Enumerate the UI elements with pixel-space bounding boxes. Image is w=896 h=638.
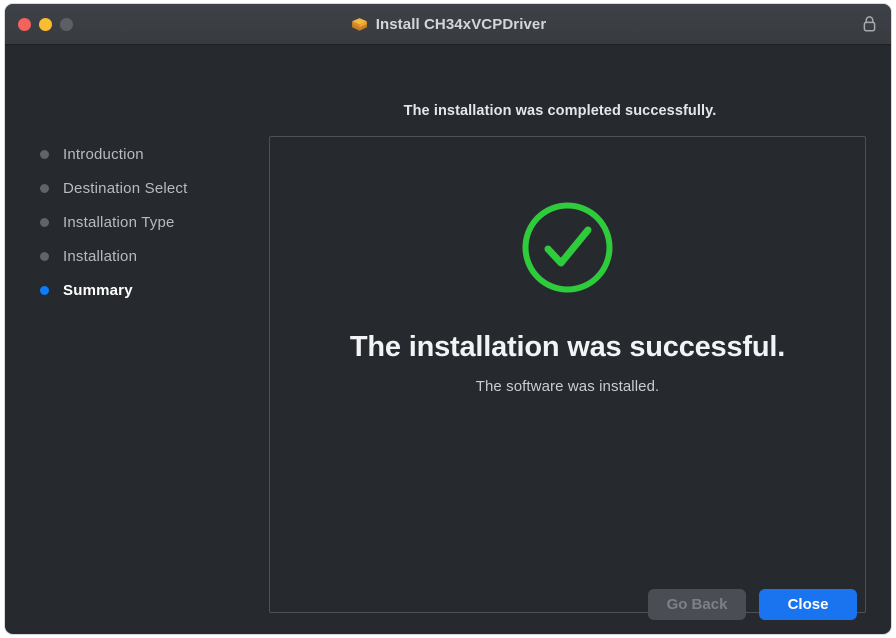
step-dot-icon-active [40, 285, 49, 295]
close-window-button[interactable] [18, 17, 31, 31]
sidebar-item-introduction[interactable]: Introduction [5, 137, 263, 171]
footer-button-bar: Go Back Close [648, 589, 857, 620]
title-bar: Install CH34xVCPDriver [5, 4, 891, 45]
step-dot-icon [40, 183, 49, 193]
summary-content-panel: The installation was successful. The sof… [269, 136, 866, 613]
sidebar-item-label: Installation [63, 247, 138, 265]
sidebar-item-label: Summary [63, 281, 133, 299]
success-subtitle: The software was installed. [475, 378, 660, 395]
sidebar-item-summary[interactable]: Summary [5, 273, 263, 307]
step-dot-icon [40, 149, 49, 159]
step-dot-icon [40, 217, 49, 227]
window-body: Introduction Destination Select Installa… [5, 45, 891, 634]
success-title: The installation was successful. [349, 331, 786, 363]
sidebar-item-installation-type[interactable]: Installation Type [5, 205, 263, 239]
sidebar-item-label: Introduction [63, 145, 144, 163]
installer-window: Install CH34xVCPDriver Introduction Dest… [4, 3, 892, 635]
sidebar-item-label: Destination Select [63, 179, 188, 197]
sidebar-item-label: Installation Type [63, 213, 175, 231]
sidebar-item-installation[interactable]: Installation [5, 239, 263, 273]
close-button[interactable]: Close [759, 589, 857, 620]
window-title: Install CH34xVCPDriver [375, 15, 547, 33]
installer-steps-sidebar: Introduction Destination Select Installa… [5, 45, 263, 634]
traffic-light-buttons [18, 4, 73, 44]
step-dot-icon [40, 251, 49, 261]
go-back-button: Go Back [648, 589, 746, 620]
package-box-icon [350, 15, 369, 34]
pane-heading: The installation was completed successfu… [403, 103, 717, 119]
installer-main-pane: The installation was completed successfu… [263, 45, 891, 634]
zoom-window-button [60, 17, 73, 31]
title-bar-center: Install CH34xVCPDriver [5, 4, 891, 44]
check-circle-icon [519, 199, 616, 301]
minimize-window-button[interactable] [39, 17, 52, 31]
sidebar-item-destination-select[interactable]: Destination Select [5, 171, 263, 205]
lock-closed-icon [862, 15, 877, 38]
